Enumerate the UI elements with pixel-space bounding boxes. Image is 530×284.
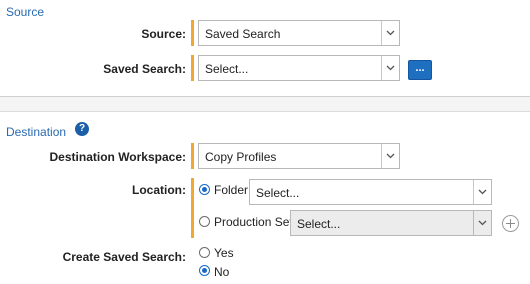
chevron-down-icon[interactable] [473,211,491,235]
destination-workspace-select[interactable]: Copy Profiles [198,143,400,169]
browse-saved-search-button[interactable]: ... [408,60,432,80]
plus-circle-icon[interactable] [502,215,519,232]
create-saved-search-label: Create Saved Search: [62,250,186,264]
chevron-down-icon[interactable] [381,56,399,80]
required-indicator [191,20,194,46]
folder-radio-label[interactable]: Folder [214,183,248,197]
folder-select-value: Select... [256,186,300,200]
production-set-radio[interactable] [199,216,210,227]
folder-select[interactable]: Select... [249,179,492,205]
help-icon[interactable]: ? [75,122,89,136]
saved-search-select[interactable]: Select... [198,55,400,81]
saved-search-select-value: Select... [205,62,249,76]
destination-section-title: Destination [6,125,67,139]
create-saved-search-yes-radio[interactable] [199,247,210,258]
required-indicator [191,178,194,238]
location-label: Location: [132,183,186,197]
destination-workspace-value: Copy Profiles [205,150,277,164]
source-select-value: Saved Search [205,27,281,41]
source-label: Source: [141,27,186,41]
production-set-select[interactable]: Select... [290,210,492,236]
required-indicator [191,55,194,81]
create-saved-search-no-radio[interactable] [199,265,210,276]
chevron-down-icon[interactable] [381,144,399,168]
chevron-down-icon[interactable] [473,180,491,204]
saved-search-label: Saved Search: [103,62,186,76]
section-divider [0,96,530,112]
required-indicator [191,143,194,169]
source-section-title: Source [6,5,45,19]
production-set-select-value: Select... [297,217,341,231]
create-saved-search-yes-label[interactable]: Yes [214,246,234,260]
create-saved-search-no-label[interactable]: No [214,265,229,279]
destination-workspace-label: Destination Workspace: [49,150,186,164]
folder-radio[interactable] [199,184,210,195]
production-set-radio-label[interactable]: Production Set [214,215,293,229]
chevron-down-icon[interactable] [381,21,399,45]
source-select[interactable]: Saved Search [198,20,400,46]
